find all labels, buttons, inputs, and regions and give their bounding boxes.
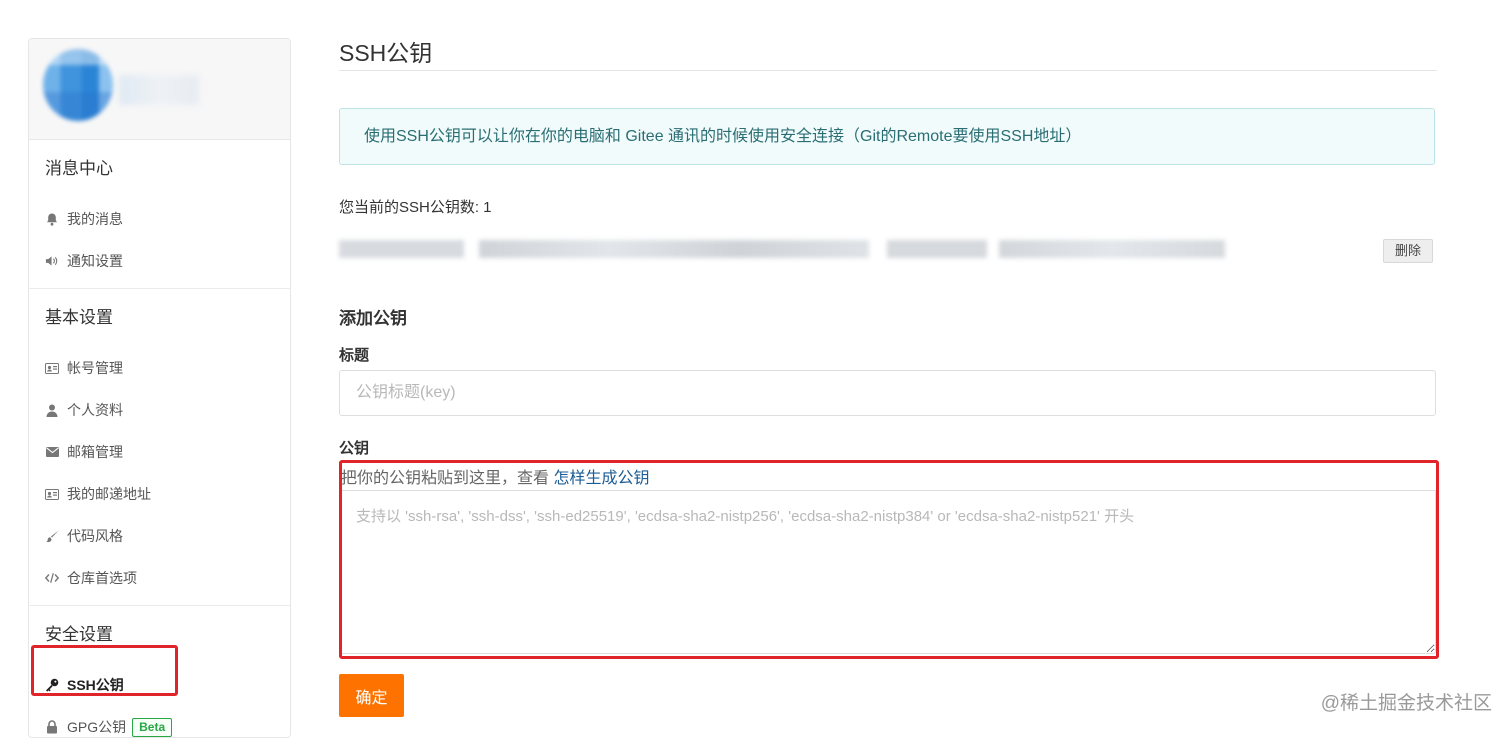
speaker-icon [45, 254, 59, 268]
submit-button[interactable]: 确定 [339, 674, 404, 717]
sidebar-item-label: 通知设置 [67, 253, 123, 269]
key-icon [45, 678, 59, 692]
sidebar-item-label: SSH公钥 [67, 677, 124, 693]
sidebar-item-label: 个人资料 [67, 402, 123, 418]
nav-group-title: 消息中心 [45, 159, 113, 178]
sidebar-item-notification-settings[interactable]: 通知设置 [29, 240, 290, 282]
add-key-heading: 添加公钥 [339, 309, 407, 328]
settings-sidebar: 消息中心 我的消息 通知设置 基本设置 帐号管理 个人资料 邮箱管理 我的邮递地… [28, 38, 291, 738]
watermark: @稀土掘金技术社区 [1320, 693, 1492, 714]
title-divider [339, 70, 1437, 71]
blur-segment [339, 240, 464, 258]
ssh-key-count: 您当前的SSH公钥数: 1 [339, 199, 492, 216]
nav-group-title: 基本设置 [45, 308, 113, 327]
sidebar-item-label: 代码风格 [67, 528, 123, 544]
user-icon [45, 403, 59, 417]
sidebar-item-ssh-keys[interactable]: SSH公钥 [29, 664, 290, 706]
public-key-textarea[interactable] [339, 490, 1436, 654]
main-content: SSH公钥 使用SSH公钥可以让你在你的电脑和 Gitee 通讯的时候使用安全连… [339, 0, 1439, 731]
key-hint: 把你的公钥粘贴到这里，查看 怎样生成公钥 [341, 464, 649, 488]
sidebar-item-email[interactable]: 邮箱管理 [29, 431, 290, 473]
nav-group-basic: 基本设置 帐号管理 个人资料 邮箱管理 我的邮递地址 代码风格 仓库首选项 [29, 289, 290, 606]
title-field-label: 标题 [339, 347, 370, 364]
blur-segment [887, 240, 987, 258]
sidebar-item-label: GPG公钥 [67, 719, 127, 735]
id-card-icon [45, 361, 59, 375]
sidebar-item-label: 仓库首选项 [67, 570, 137, 586]
avatar[interactable] [43, 49, 113, 121]
bell-icon [45, 212, 59, 226]
sidebar-item-label: 邮箱管理 [67, 444, 123, 460]
code-icon [45, 571, 59, 585]
nav-group-security: 安全设置 SSH公钥 GPG公钥 Beta [29, 606, 290, 754]
nav-group-title: 安全设置 [45, 625, 113, 644]
key-field-label: 公钥 [339, 440, 370, 457]
key-hint-text: 把你的公钥粘贴到这里，查看 [341, 470, 554, 487]
lock-icon [45, 720, 59, 734]
beta-badge: Beta [132, 717, 173, 737]
profile-header [29, 39, 290, 140]
sidebar-item-label: 我的消息 [67, 211, 123, 227]
sidebar-item-gpg-keys[interactable]: GPG公钥 Beta [29, 706, 290, 748]
delete-key-button[interactable]: 删除 [1383, 239, 1433, 263]
id-card-icon [45, 487, 59, 501]
blur-segment [999, 240, 1225, 258]
sidebar-item-address[interactable]: 我的邮递地址 [29, 473, 290, 515]
info-alert: 使用SSH公钥可以让你在你的电脑和 Gitee 通讯的时候使用安全连接（Git的… [339, 108, 1435, 165]
sidebar-item-profile[interactable]: 个人资料 [29, 389, 290, 431]
blur-segment [479, 240, 869, 258]
sidebar-item-my-messages[interactable]: 我的消息 [29, 198, 290, 240]
sidebar-item-label: 帐号管理 [67, 360, 123, 376]
brush-icon [45, 529, 59, 543]
sidebar-item-account[interactable]: 帐号管理 [29, 347, 290, 389]
page-title: SSH公钥 [339, 40, 433, 66]
sidebar-item-label: 我的邮递地址 [67, 486, 151, 502]
sidebar-item-code-style[interactable]: 代码风格 [29, 515, 290, 557]
username-blurred [119, 75, 199, 105]
nav-group-messages: 消息中心 我的消息 通知设置 [29, 140, 290, 289]
sidebar-item-repo-preferences[interactable]: 仓库首选项 [29, 557, 290, 599]
key-title-input[interactable] [339, 370, 1436, 416]
how-to-generate-key-link[interactable]: 怎样生成公钥 [553, 470, 649, 487]
envelope-icon [45, 445, 59, 459]
